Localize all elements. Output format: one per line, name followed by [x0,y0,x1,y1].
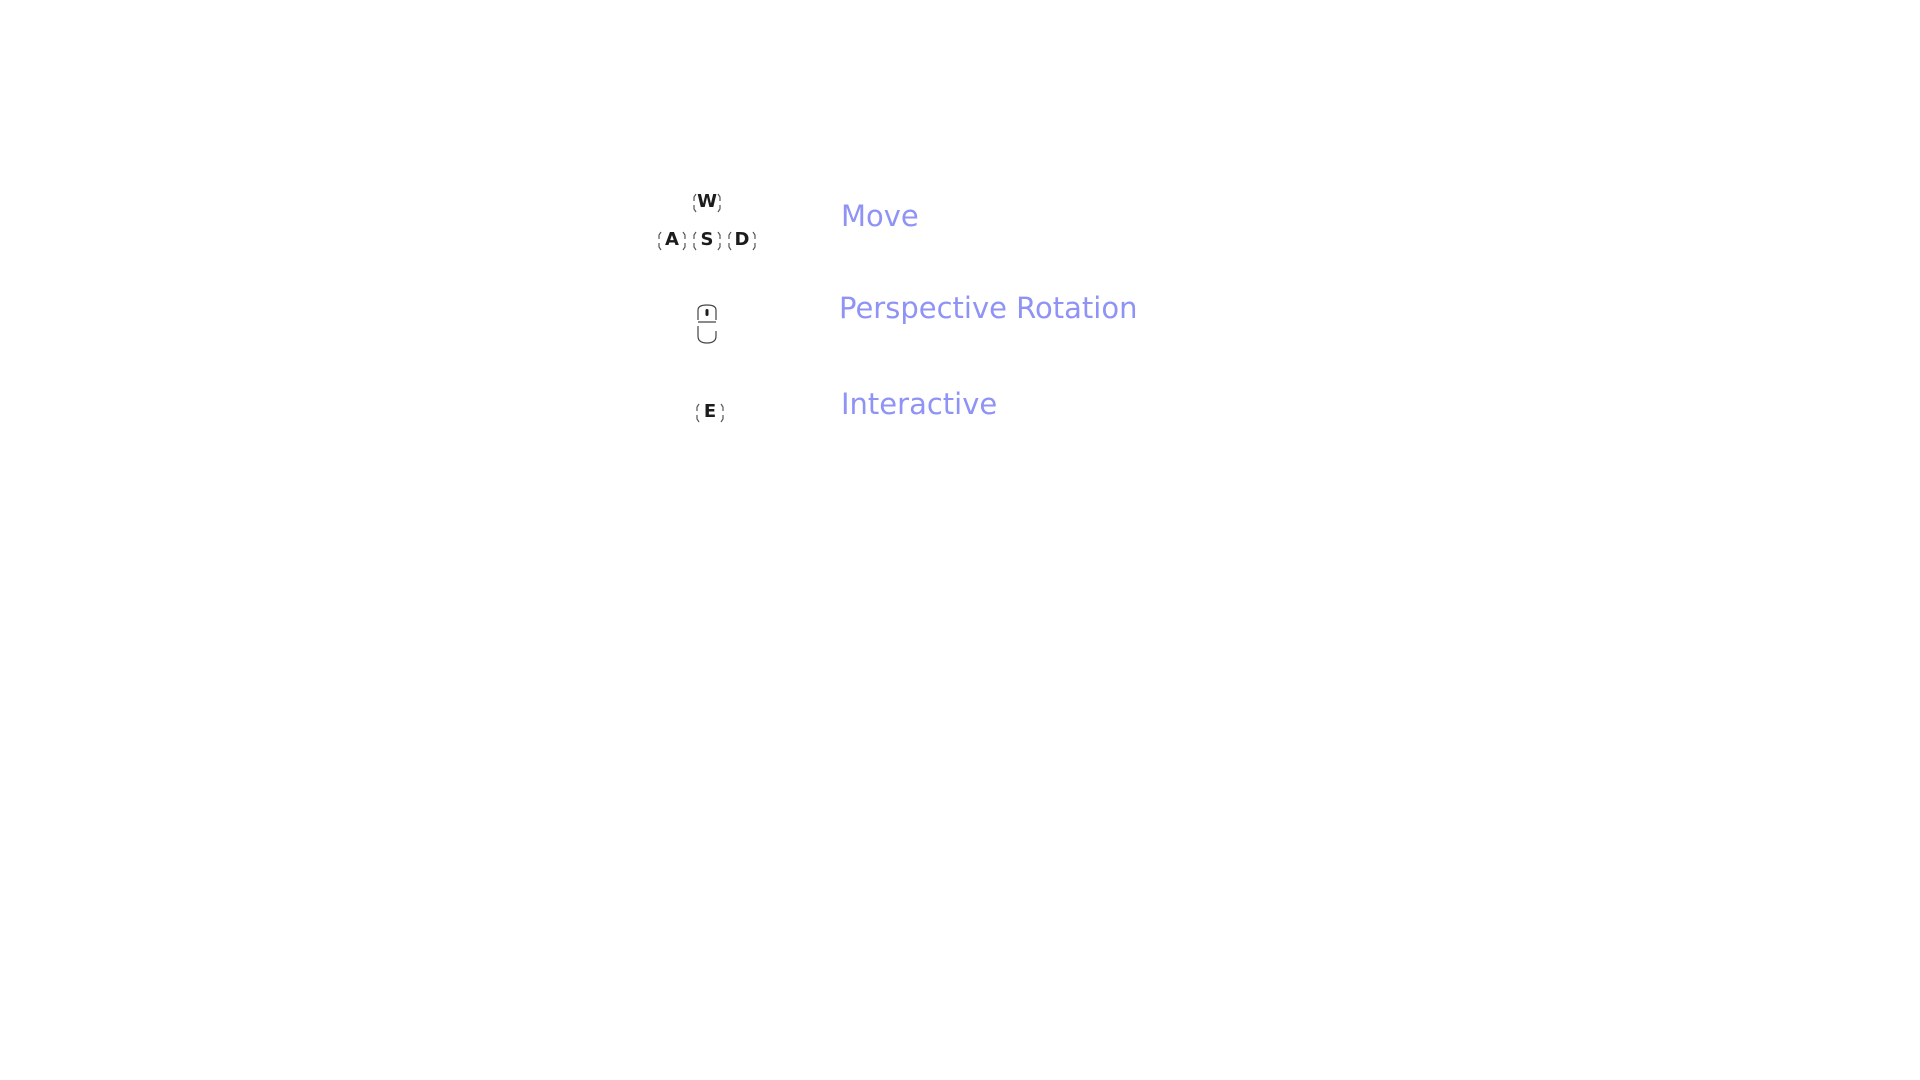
key-e: E [695,398,725,426]
perspective-rotation-label: Perspective Rotation [839,291,1138,325]
key-s: S [692,226,722,254]
controls-help-screen: W A S D Move Perspective Rotation E Inte… [0,0,1920,1080]
move-label: Move [841,199,919,233]
interactive-label: Interactive [841,387,998,421]
key-d: D [727,226,757,254]
mouse-icon [697,304,717,344]
key-a: A [657,226,687,254]
key-w: W [692,188,722,216]
